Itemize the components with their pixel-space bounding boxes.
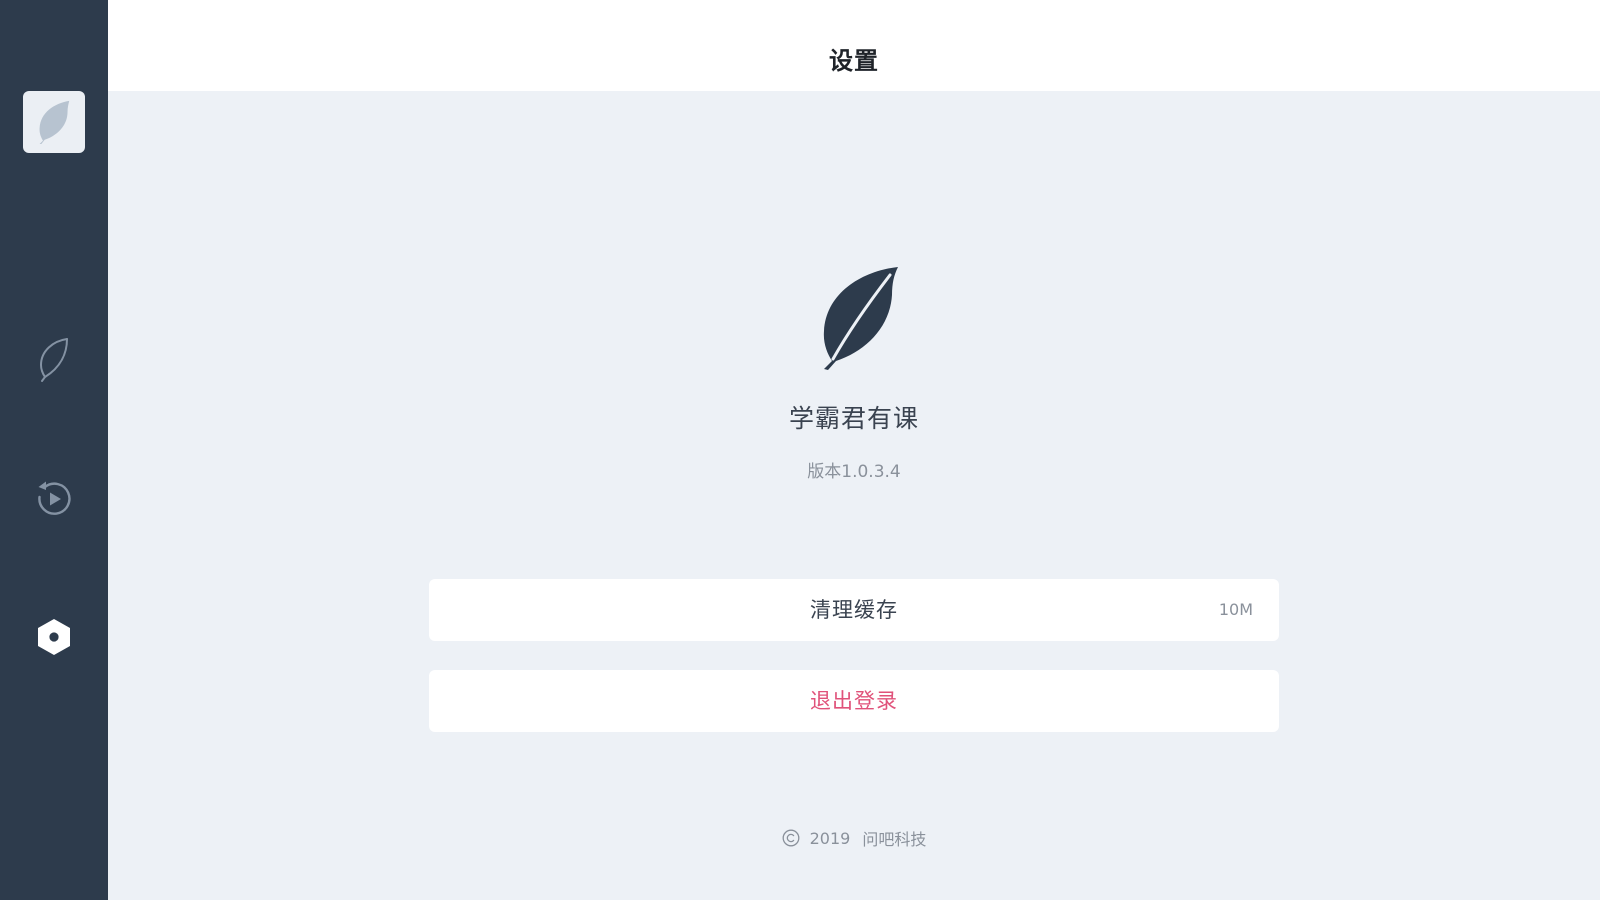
app-window: 设置 学霸君有课 版本1.0.3.4 清理缓存 10M 退出登录 2019 问吧… (0, 0, 1600, 900)
logout-button[interactable]: 退出登录 (429, 670, 1279, 732)
copyright-year: 2019 (809, 828, 851, 848)
page-title: 设置 (829, 47, 879, 75)
header-bar: 设置 (108, 0, 1600, 91)
app-version: 版本1.0.3.4 (807, 462, 901, 482)
settings-hex-icon (38, 619, 70, 655)
sidebar-item-course[interactable] (24, 330, 84, 390)
clear-cache-label: 清理缓存 (810, 598, 898, 622)
sidebar-item-settings[interactable] (24, 607, 84, 667)
cache-size: 10M (1218, 600, 1253, 619)
clear-cache-button[interactable]: 清理缓存 10M (429, 579, 1279, 641)
leaf-outline-icon (39, 338, 68, 382)
company-name: 问吧科技 (862, 830, 927, 849)
logout-label: 退出登录 (810, 689, 898, 713)
leaf-logo-icon (823, 267, 898, 370)
app-name: 学霸君有课 (788, 404, 919, 433)
copyright-icon (782, 829, 800, 847)
replay-icon (38, 481, 71, 515)
sidebar-logo (23, 91, 85, 153)
leaf-logo-icon (39, 100, 70, 144)
footer: 2019 问吧科技 (108, 826, 1600, 850)
settings-content: 学霸君有课 版本1.0.3.4 清理缓存 10M 退出登录 2019 问吧科技 (108, 91, 1600, 900)
sidebar-item-replay[interactable] (24, 469, 84, 529)
sidebar (0, 0, 108, 900)
